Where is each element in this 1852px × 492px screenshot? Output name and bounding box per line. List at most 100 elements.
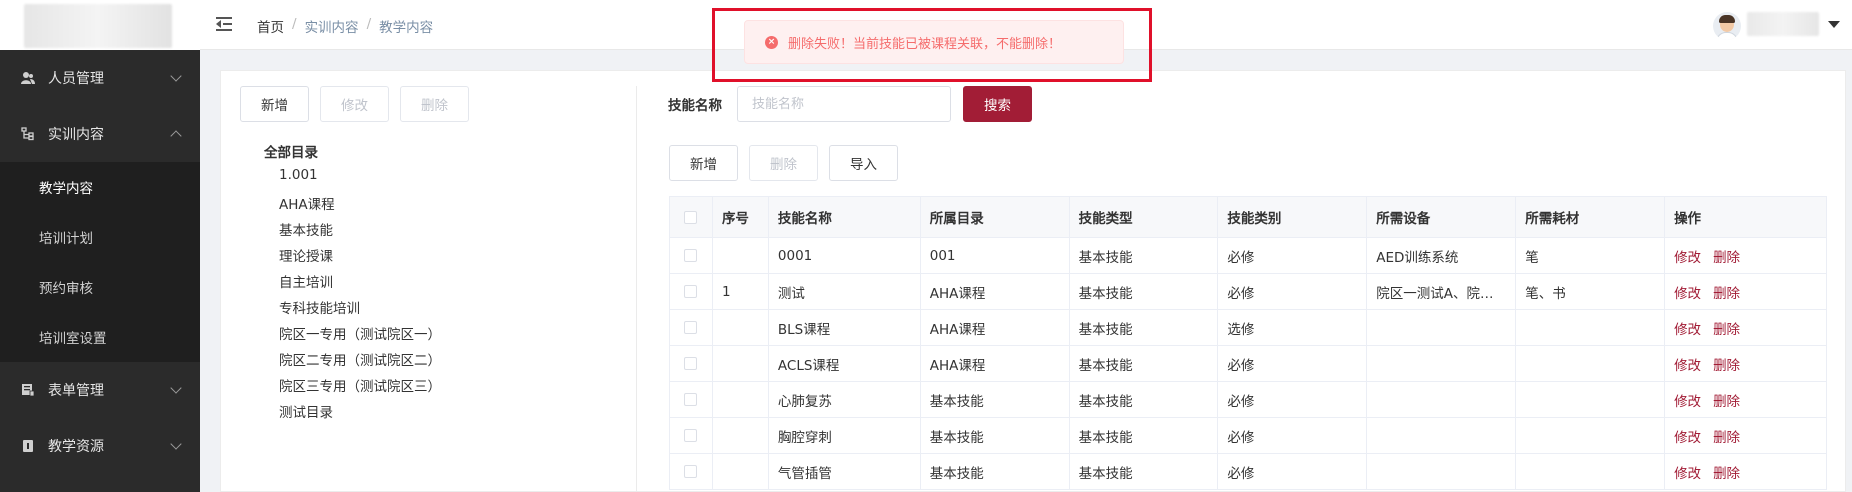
table-row[interactable]: 心肺复苏 基本技能 基本技能 必修 修改 删除 [669,381,1827,418]
user-name-blurred[interactable] [1747,12,1819,36]
cell-category: 必修 [1217,381,1368,418]
row-delete-link[interactable]: 删除 [1713,394,1740,410]
cell-name: 测试 [767,273,921,310]
cell-type: 基本技能 [1068,273,1219,310]
cell-equipment: AED训练系统 [1366,237,1517,274]
panel-divider [636,86,637,492]
cell-catalog: 基本技能 [919,381,1070,418]
cell-equipment [1366,345,1517,382]
sidebar-item-teaching-content[interactable]: 教学内容 [0,162,200,212]
row-select-cell [669,273,713,310]
tree-node[interactable]: 测试目录 [279,401,333,421]
row-edit-link[interactable]: 修改 [1674,394,1701,410]
cell-name: 胸腔穿刺 [767,417,921,454]
sidebar-item-teaching-resources[interactable]: 教学资源 [0,418,200,474]
sidebar-item-personnel[interactable]: 人员管理 [0,50,200,106]
tree-node[interactable]: 院区三专用（测试院区三） [279,375,441,395]
select-all-checkbox[interactable] [684,210,698,224]
table-body: 0001 001 基本技能 必修 AED训练系统笔修改 删除 1 测试 AHA课程 基本技能 必修院… [669,237,1827,490]
logo [24,4,172,48]
row-checkbox[interactable] [684,285,698,298]
catalog-add-button[interactable]: 新增 [240,86,309,122]
row-checkbox[interactable] [684,321,698,334]
search-button[interactable]: 搜索 [963,86,1032,122]
sidebar-item-label: 培训计划 [39,231,93,247]
tree-node[interactable]: AHA课程 [279,193,335,213]
skill-delete-button[interactable]: 删除 [749,145,818,181]
cell-consumables: 笔、书 [1515,273,1666,310]
row-delete-link[interactable]: 删除 [1713,466,1740,482]
column-header: 所属目录 [919,196,1070,238]
row-select-cell [669,453,713,490]
menu-fold-icon[interactable] [216,16,234,32]
tree-node[interactable]: 院区一专用（测试院区一） [279,323,441,343]
cell-consumables [1515,417,1666,454]
breadcrumb-home[interactable]: 首页 [257,16,284,36]
cell-consumables [1515,381,1666,418]
cell-index [711,237,769,274]
cell-category: 必修 [1217,345,1368,382]
row-edit-link[interactable]: 修改 [1674,466,1701,482]
sidebar-item-booking-review[interactable]: 预约审核 [0,262,200,312]
row-delete-link[interactable]: 删除 [1713,430,1740,446]
row-checkbox[interactable] [684,249,698,262]
skill-add-button[interactable]: 新增 [669,145,738,181]
column-header: 序号 [711,196,769,238]
form-icon [20,382,36,398]
caret-down-icon[interactable] [1828,21,1840,28]
logo-area [0,0,200,50]
catalog-edit-button[interactable]: 修改 [320,86,389,122]
cell-equipment [1366,453,1517,490]
tree-icon [20,126,36,142]
cell-consumables [1515,309,1666,346]
skill-name-search-input[interactable] [737,86,951,122]
cell-category: 必修 [1217,237,1368,274]
catalog-delete-button[interactable]: 删除 [400,86,469,122]
row-edit-link[interactable]: 修改 [1674,358,1701,374]
table-row[interactable]: 1 测试 AHA课程 基本技能 必修 院区一测试A、院… 笔、书 修改 删除 [669,273,1827,310]
scrollbar[interactable] [1842,70,1852,492]
breadcrumb-training-content[interactable]: 实训内容 [305,16,359,36]
row-checkbox[interactable] [684,357,698,370]
sidebar: 人员管理 实训内容 教学内容 培训计划 预约审核 培训室设置 表单管理 教学资源 [0,0,200,492]
row-delete-link[interactable]: 删除 [1713,322,1740,338]
row-delete-link[interactable]: 删除 [1713,358,1740,374]
cell-catalog: 001 [919,237,1070,274]
avatar[interactable] [1713,12,1741,40]
tree-node[interactable]: 自主培训 [279,271,333,291]
sidebar-submenu: 教学内容 培训计划 预约审核 培训室设置 [0,162,200,362]
tree-node[interactable]: 1.001 [279,167,318,183]
sidebar-item-training-content[interactable]: 实训内容 [0,106,200,162]
column-header: 所需耗材 [1515,196,1666,238]
tree-node[interactable]: 理论授课 [279,245,333,265]
sidebar-item-training-plan[interactable]: 培训计划 [0,212,200,262]
row-checkbox[interactable] [684,465,698,478]
tree-node[interactable]: 专科技能培训 [279,297,360,317]
row-checkbox[interactable] [684,429,698,442]
import-button[interactable]: 导入 [829,145,898,181]
table-row[interactable]: BLS课程 AHA课程 基本技能 选修 修改 删除 [669,309,1827,346]
table-row[interactable]: 0001 001 基本技能 必修 AED训练系统笔修改 删除 [669,237,1827,274]
row-select-cell [669,309,713,346]
sidebar-item-form-management[interactable]: 表单管理 [0,362,200,418]
row-delete-link[interactable]: 删除 [1713,286,1740,302]
row-checkbox[interactable] [684,393,698,406]
row-delete-link[interactable]: 删除 [1713,250,1740,266]
error-icon: × [765,35,778,49]
sidebar-group-label: 人员管理 [48,71,104,87]
row-edit-link[interactable]: 修改 [1674,286,1701,302]
cell-index [711,417,769,454]
row-edit-link[interactable]: 修改 [1674,250,1701,266]
tree-node[interactable]: 院区二专用（测试院区二） [279,349,441,369]
row-edit-link[interactable]: 修改 [1674,322,1701,338]
tree-node[interactable]: 基本技能 [279,219,333,239]
tree-root[interactable]: 全部目录 [264,141,318,161]
cell-category: 选修 [1217,309,1368,346]
row-edit-link[interactable]: 修改 [1674,430,1701,446]
table-row[interactable]: ACLS课程 AHA课程 基本技能 必修 修改 删除 [669,345,1827,382]
sidebar-item-room-settings[interactable]: 培训室设置 [0,312,200,362]
column-header: 技能类别 [1217,196,1368,238]
table-row[interactable]: 胸腔穿刺 基本技能 基本技能 必修 修改 删除 [669,417,1827,454]
breadcrumb: 首页 / 实训内容 / 教学内容 [257,16,433,36]
table-row[interactable]: 气管插管 基本技能 基本技能 必修 修改 删除 [669,453,1827,490]
